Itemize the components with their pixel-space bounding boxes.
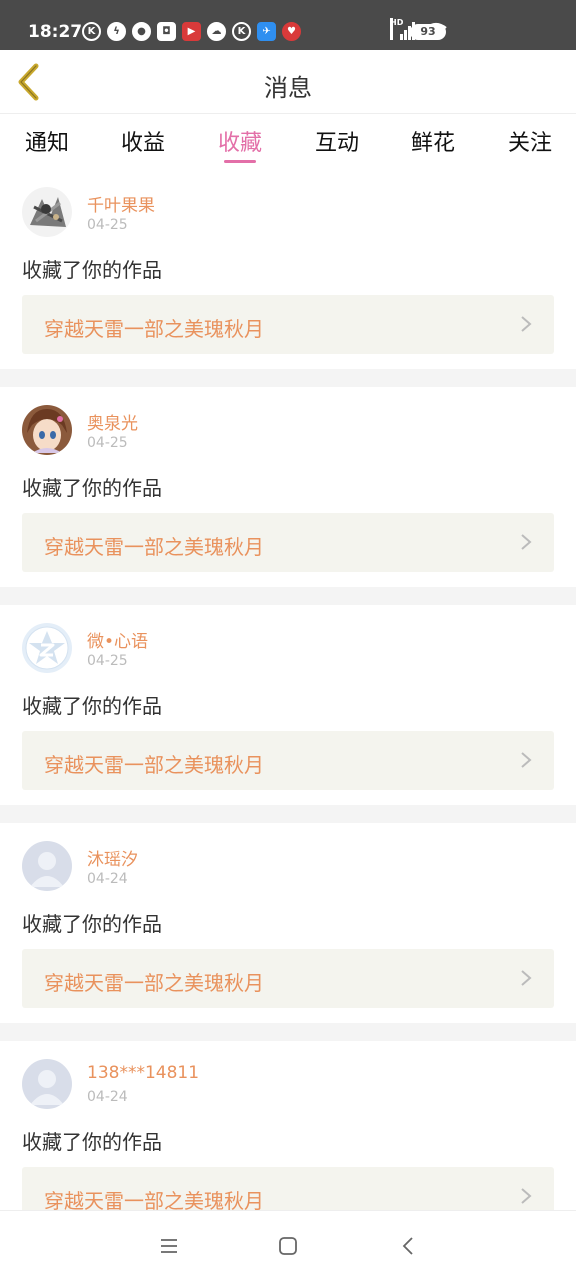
user-avatar[interactable] bbox=[22, 187, 72, 237]
message-item: 微•心语 04-25 收藏了你的作品 穿越天雷一部之美瑰秋月 bbox=[0, 605, 576, 805]
message-date: 04-25 bbox=[87, 653, 128, 669]
message-item: 千叶果果 04-25 收藏了你的作品 穿越天雷一部之美瑰秋月 bbox=[0, 169, 576, 369]
username[interactable]: 奥泉光 bbox=[87, 409, 138, 434]
header-bar: 消息 bbox=[0, 50, 576, 114]
username[interactable]: 微•心语 bbox=[87, 627, 148, 652]
username[interactable]: 138***14811 bbox=[87, 1063, 199, 1083]
work-link[interactable]: 穿越天雷一部之美瑰秋月 bbox=[22, 949, 554, 1008]
battery-indicator: 93 bbox=[410, 24, 446, 40]
divider bbox=[0, 369, 576, 387]
k-icon: K bbox=[232, 22, 251, 41]
menu-icon[interactable] bbox=[158, 1235, 180, 1257]
app-icon: ◘ bbox=[157, 22, 176, 41]
tab-follows[interactable]: 关注 bbox=[508, 125, 552, 157]
flag-icon: ▶ bbox=[182, 22, 201, 41]
username[interactable]: 千叶果果 bbox=[87, 191, 155, 216]
system-nav-bar bbox=[0, 1210, 576, 1280]
status-time: 18:27 bbox=[28, 22, 83, 42]
tab-interactions[interactable]: 互动 bbox=[315, 125, 359, 157]
divider bbox=[0, 805, 576, 823]
work-link[interactable]: 穿越天雷一部之美瑰秋月 bbox=[22, 295, 554, 354]
status-notification-icons: K ϟ ● ◘ ▶ ☁ K ✈ ♥ bbox=[82, 22, 301, 41]
message-date: 04-25 bbox=[87, 217, 128, 233]
tab-notifications[interactable]: 通知 bbox=[25, 125, 69, 157]
divider bbox=[0, 587, 576, 605]
chevron-right-icon bbox=[521, 752, 532, 768]
status-bar: 18:27 K ϟ ● ◘ ▶ ☁ K ✈ ♥ HD 93 bbox=[0, 0, 576, 50]
chevron-right-icon bbox=[521, 970, 532, 986]
work-title: 穿越天雷一部之美瑰秋月 bbox=[44, 971, 264, 995]
home-icon[interactable] bbox=[277, 1235, 299, 1257]
message-text: 收藏了你的作品 bbox=[22, 258, 162, 282]
message-item: 沐瑶汐 04-24 收藏了你的作品 穿越天雷一部之美瑰秋月 bbox=[0, 823, 576, 1023]
work-link[interactable]: 穿越天雷一部之美瑰秋月 bbox=[22, 513, 554, 572]
wechat-icon: ● bbox=[132, 22, 151, 41]
network-type: HD bbox=[390, 18, 403, 40]
username[interactable]: 沐瑶汐 bbox=[87, 845, 138, 870]
bird-icon: ✈ bbox=[257, 22, 276, 41]
message-item: 奥泉光 04-25 收藏了你的作品 穿越天雷一部之美瑰秋月 bbox=[0, 387, 576, 587]
user-avatar[interactable] bbox=[22, 841, 72, 891]
user-avatar[interactable] bbox=[22, 405, 72, 455]
message-date: 04-24 bbox=[87, 871, 128, 887]
user-avatar[interactable] bbox=[22, 1059, 72, 1109]
message-text: 收藏了你的作品 bbox=[22, 694, 162, 718]
chevron-right-icon bbox=[521, 534, 532, 550]
k-icon: K bbox=[82, 22, 101, 41]
message-text: 收藏了你的作品 bbox=[22, 912, 162, 936]
tab-flowers[interactable]: 鲜花 bbox=[411, 125, 455, 157]
divider bbox=[0, 1023, 576, 1041]
work-link[interactable]: 穿越天雷一部之美瑰秋月 bbox=[22, 731, 554, 790]
page-title: 消息 bbox=[264, 74, 312, 102]
active-tab-indicator bbox=[224, 160, 256, 163]
chevron-right-icon bbox=[521, 316, 532, 332]
work-title: 穿越天雷一部之美瑰秋月 bbox=[44, 753, 264, 777]
tab-bar: 通知 收益 收藏 互动 鲜花 关注 bbox=[0, 115, 576, 169]
message-list: 千叶果果 04-25 收藏了你的作品 穿越天雷一部之美瑰秋月 奥泉光 04-25… bbox=[0, 169, 576, 1241]
message-date: 04-25 bbox=[87, 435, 128, 451]
cloud-icon: ☁ bbox=[207, 22, 226, 41]
tab-earnings[interactable]: 收益 bbox=[121, 125, 165, 157]
message-text: 收藏了你的作品 bbox=[22, 1130, 162, 1154]
message-date: 04-24 bbox=[87, 1089, 128, 1105]
user-avatar[interactable] bbox=[22, 623, 72, 673]
back-icon[interactable] bbox=[398, 1235, 420, 1257]
heart-icon: ♥ bbox=[282, 22, 301, 41]
chevron-right-icon bbox=[521, 1188, 532, 1204]
work-title: 穿越天雷一部之美瑰秋月 bbox=[44, 535, 264, 559]
work-title: 穿越天雷一部之美瑰秋月 bbox=[44, 317, 264, 341]
message-text: 收藏了你的作品 bbox=[22, 476, 162, 500]
tab-favorites[interactable]: 收藏 bbox=[218, 125, 262, 157]
bolt-icon: ϟ bbox=[107, 22, 126, 41]
